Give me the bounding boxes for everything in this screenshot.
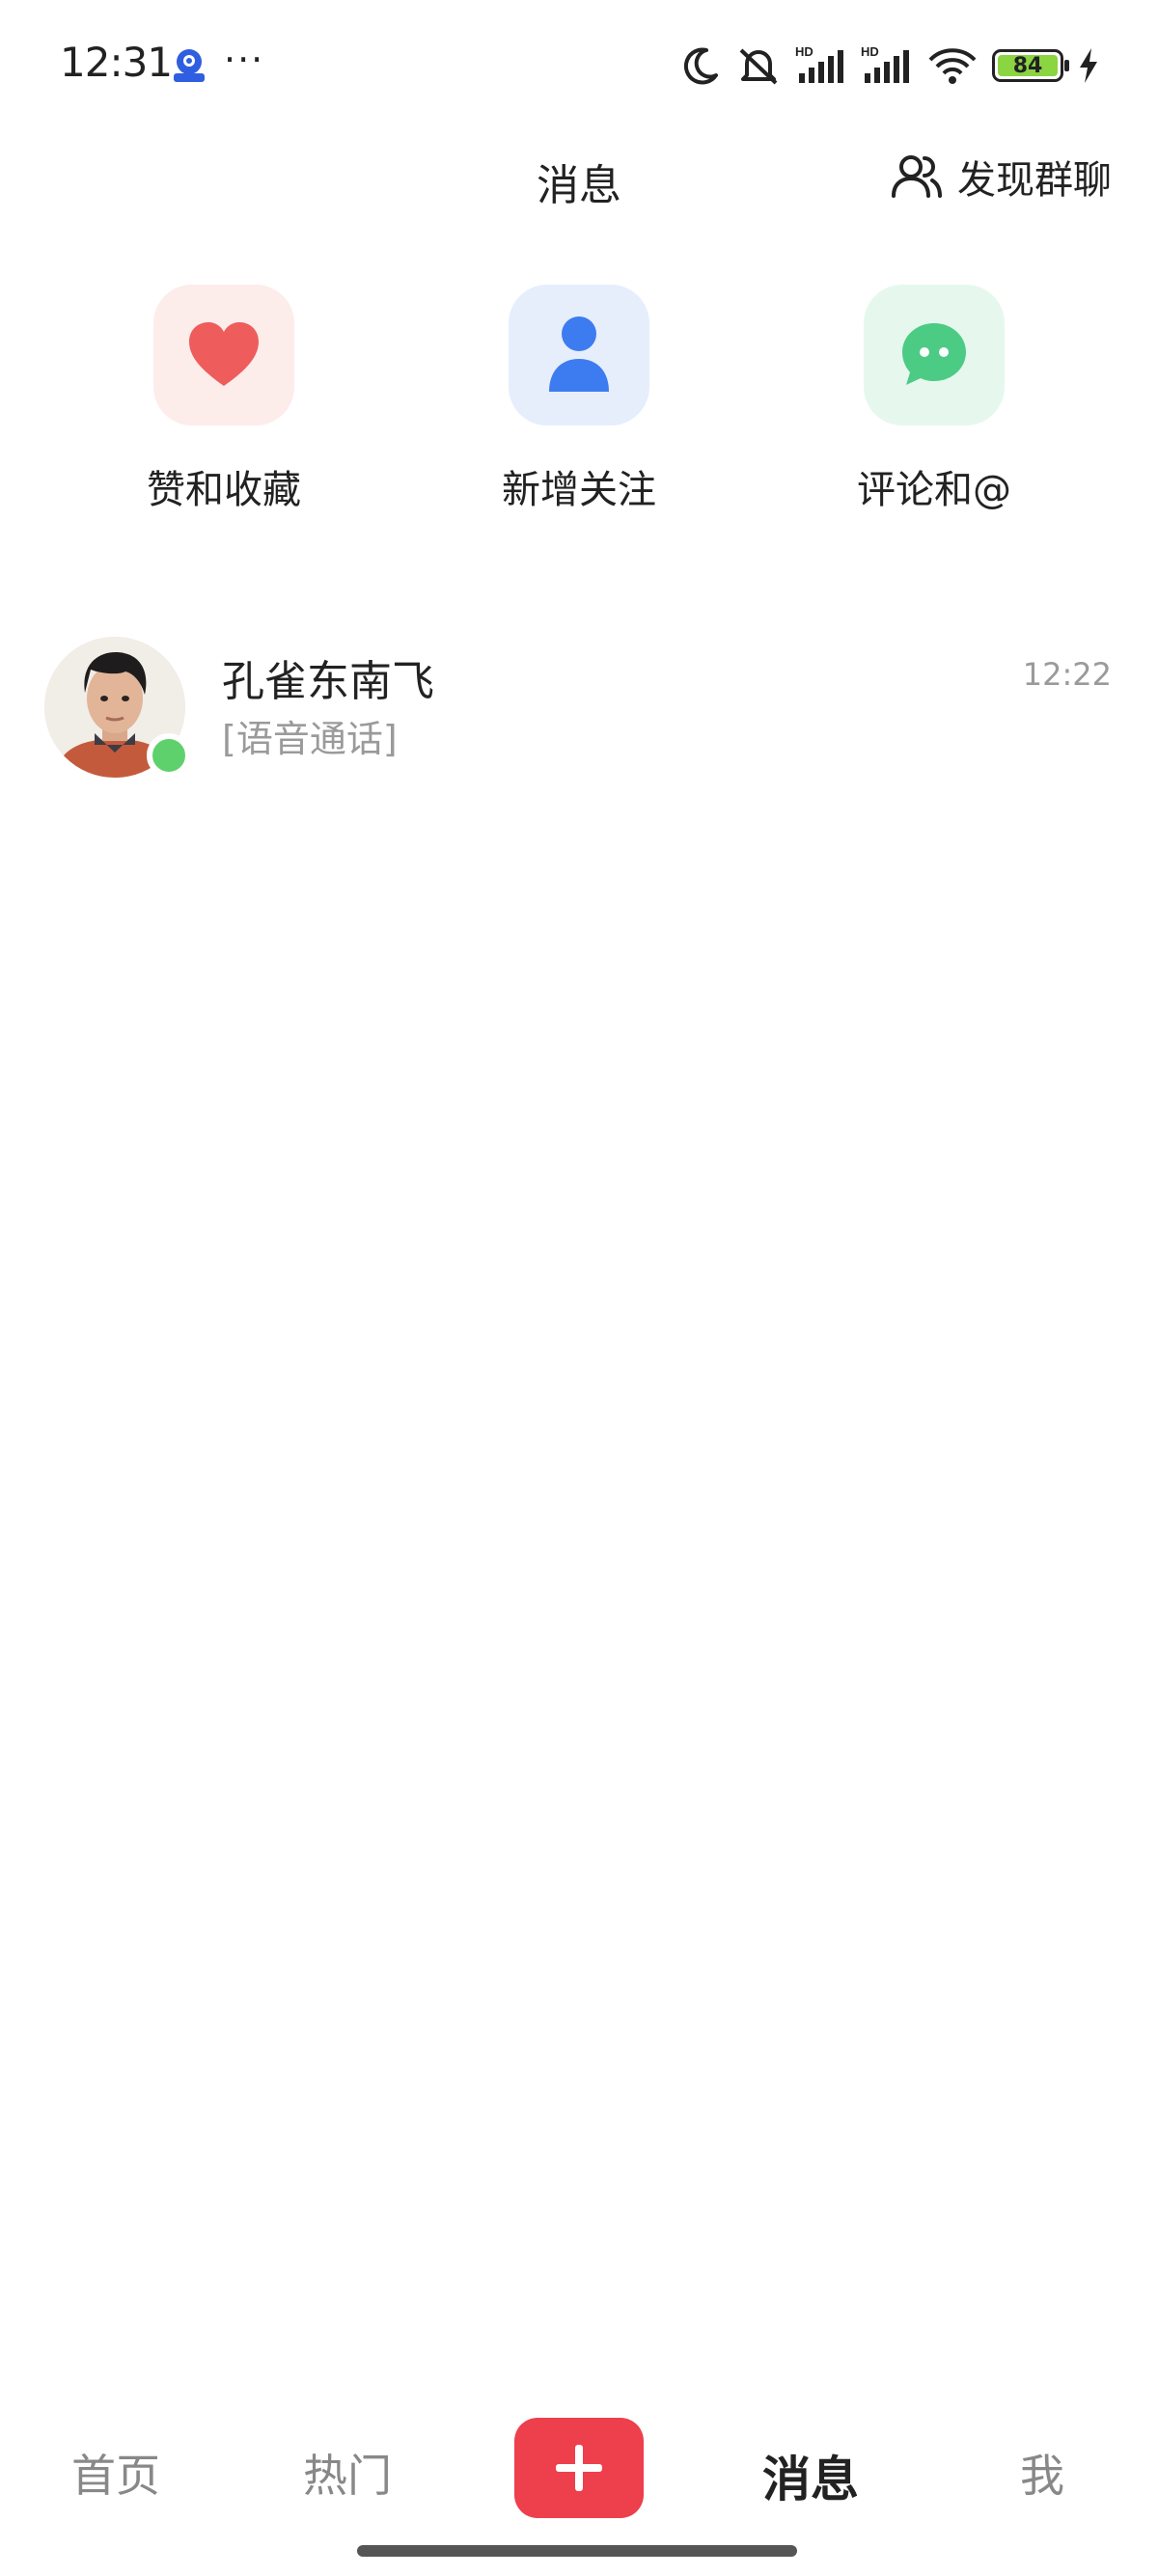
- conversation-preview: [语音通话]: [222, 718, 398, 760]
- plus-icon: [556, 2445, 602, 2491]
- online-status-dot: [147, 733, 191, 778]
- add-post-button[interactable]: [514, 2418, 644, 2518]
- battery-icon: 84: [992, 49, 1069, 82]
- conversation-time: 12:22: [1022, 656, 1112, 693]
- likes-and-favorites-entry[interactable]: 赞和收藏: [98, 285, 349, 514]
- conversation-name: 孔雀东南飞: [222, 657, 434, 706]
- status-icons: HD HD 84: [679, 39, 1100, 93]
- svg-text:HD: HD: [795, 44, 813, 59]
- bottom-nav: 首页 热门 消息 我: [0, 2402, 1158, 2528]
- bell-off-icon: [739, 48, 778, 85]
- signal-hd-icon: HD: [861, 44, 909, 83]
- new-followers-entry[interactable]: 新增关注: [454, 285, 704, 514]
- quick-entries: 赞和收藏 新增关注 评论和@: [0, 285, 1158, 516]
- tab-me[interactable]: 我: [946, 2441, 1139, 2505]
- tab-hot[interactable]: 热门: [251, 2441, 444, 2505]
- charging-icon: [1080, 48, 1097, 83]
- home-indicator[interactable]: [357, 2545, 797, 2557]
- svg-text:HD: HD: [861, 44, 879, 59]
- tab-home[interactable]: 首页: [19, 2441, 212, 2505]
- moon-icon: [683, 47, 718, 85]
- person-icon: [509, 285, 649, 425]
- status-bar: 12:31 ··· HD HD 84: [0, 0, 1158, 125]
- comments-and-mentions-entry[interactable]: 评论和@: [809, 285, 1060, 514]
- more-notifications-icon: ···: [224, 39, 265, 81]
- group-users-icon: [892, 155, 942, 198]
- wifi-icon: [928, 48, 977, 84]
- comments-and-mentions-label: 评论和@: [857, 468, 1011, 512]
- tab-messages[interactable]: 消息: [714, 2441, 907, 2510]
- new-followers-label: 新增关注: [502, 468, 656, 512]
- app-badge-icon: [170, 46, 208, 85]
- conversation-item[interactable]: 孔雀东南飞 [语音通话] 12:22: [0, 627, 1158, 781]
- header: 消息 发现群聊: [0, 135, 1158, 232]
- status-time: 12:31: [60, 39, 173, 86]
- discover-group-chat-button[interactable]: 发现群聊: [890, 149, 1112, 205]
- likes-and-favorites-label: 赞和收藏: [147, 468, 301, 512]
- chat-bubble-icon: [864, 285, 1005, 425]
- discover-group-chat-label: 发现群聊: [957, 158, 1112, 203]
- signal-hd-icon: HD: [795, 44, 843, 83]
- heart-icon: [153, 285, 294, 425]
